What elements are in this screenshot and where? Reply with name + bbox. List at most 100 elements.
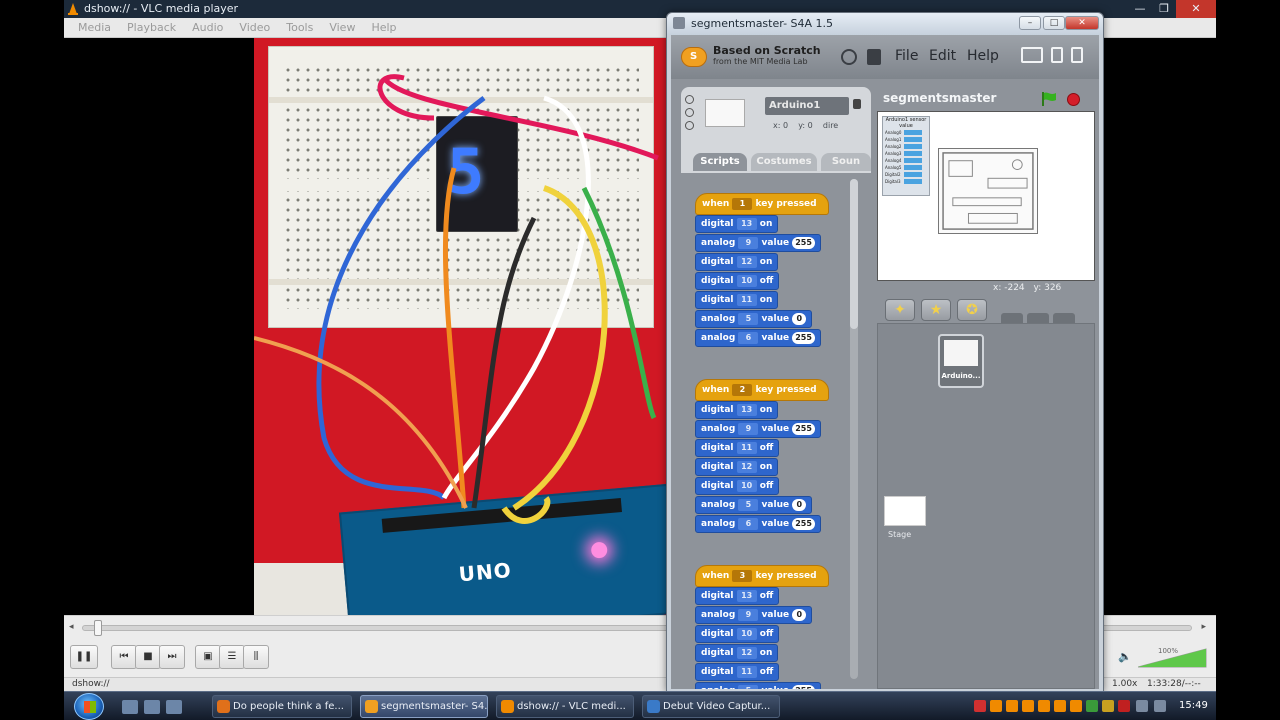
scripts-scrollbar[interactable] xyxy=(850,179,858,679)
taskbar-button[interactable]: dshow:// - VLC medi... xyxy=(496,695,634,718)
value-input[interactable]: 255 xyxy=(792,422,815,435)
extended-settings-button[interactable]: ⫼ xyxy=(243,645,269,669)
tray-icon-4[interactable] xyxy=(1022,700,1034,712)
digital-block[interactable]: digital 13 on xyxy=(695,401,779,419)
presentation-mode-icon[interactable] xyxy=(1071,47,1083,63)
when-key-pressed-hat[interactable]: when 3 key pressed xyxy=(695,565,829,587)
value-input[interactable]: 255 xyxy=(792,236,815,249)
digital-block[interactable]: digital 10 off xyxy=(695,625,780,643)
s4a-minimize-button[interactable]: – xyxy=(1019,16,1041,30)
lock-icon[interactable] xyxy=(853,99,861,109)
pin-dropdown[interactable]: 10 xyxy=(736,479,757,492)
menu-view[interactable]: View xyxy=(321,18,363,37)
choose-sprite-icon[interactable]: ★ xyxy=(921,299,951,321)
tray-icon-7[interactable] xyxy=(1070,700,1082,712)
pin-dropdown[interactable]: 5 xyxy=(738,684,759,689)
quicklaunch-ie-icon[interactable] xyxy=(144,700,160,714)
taskbar-button[interactable]: Debut Video Captur... xyxy=(642,695,780,718)
menu-video[interactable]: Video xyxy=(231,18,278,37)
minimize-button[interactable]: — xyxy=(1128,0,1152,18)
s4a-close-button[interactable]: ✕ xyxy=(1065,16,1099,30)
rotation-style-buttons[interactable] xyxy=(685,95,695,134)
value-input[interactable]: 0 xyxy=(792,312,807,325)
playlist-button[interactable]: ☰ xyxy=(219,645,245,669)
value-input[interactable]: 0 xyxy=(792,608,807,621)
start-button[interactable] xyxy=(74,693,104,720)
analog-block[interactable]: analog 6 value 255 xyxy=(695,515,821,533)
when-key-pressed-hat[interactable]: when 1 key pressed xyxy=(695,193,829,215)
pause-button[interactable]: ❚❚ xyxy=(70,645,98,669)
pin-dropdown[interactable]: 13 xyxy=(736,217,757,230)
tray-icon-6[interactable] xyxy=(1054,700,1066,712)
value-input[interactable]: 255 xyxy=(792,517,815,530)
tray-icon-8[interactable] xyxy=(1086,700,1098,712)
pin-dropdown[interactable]: 9 xyxy=(738,236,759,249)
sprite-arduino1-thumbnail[interactable]: Arduino... xyxy=(938,334,984,388)
key-dropdown[interactable]: 1 xyxy=(732,197,753,210)
taskbar-button[interactable]: Do people think a fe... xyxy=(212,695,352,718)
paint-sprite-icon[interactable]: ✦ xyxy=(885,299,915,321)
pin-dropdown[interactable]: 12 xyxy=(736,646,757,659)
digital-block[interactable]: digital 12 on xyxy=(695,253,779,271)
taskbar-clock[interactable]: 15:49 xyxy=(1179,700,1208,711)
tab-scripts[interactable]: Scripts xyxy=(693,153,747,171)
taskbar-button[interactable]: segmentsmaster- S4... xyxy=(360,695,488,718)
language-globe-icon[interactable] xyxy=(841,49,857,65)
pin-dropdown[interactable]: 9 xyxy=(738,422,759,435)
digital-block[interactable]: digital 13 off xyxy=(695,587,780,605)
tab-sounds[interactable]: Soun xyxy=(821,153,871,171)
pin-dropdown[interactable]: 6 xyxy=(738,517,759,530)
analog-block[interactable]: analog 9 value 0 xyxy=(695,606,813,624)
pin-dropdown[interactable]: 9 xyxy=(738,608,759,621)
pin-dropdown[interactable]: 10 xyxy=(736,274,757,287)
digital-block[interactable]: digital 11 on xyxy=(695,291,779,309)
sprite-name-field[interactable]: Arduino1 xyxy=(765,97,849,115)
scripts-area[interactable]: when 1 key pressed digital 13 on analog 9 … xyxy=(681,173,871,689)
speaker-icon[interactable]: 🔈 xyxy=(1118,650,1132,663)
tray-icon-10[interactable] xyxy=(1118,700,1130,712)
normal-stage-icon[interactable] xyxy=(1021,47,1043,63)
analog-block[interactable]: analog 6 value 255 xyxy=(695,329,821,347)
digital-block[interactable]: digital 11 off xyxy=(695,663,780,681)
tray-icon-2[interactable] xyxy=(990,700,1002,712)
analog-block[interactable]: analog 5 value 0 xyxy=(695,310,813,328)
s4a-maximize-button[interactable]: □ xyxy=(1043,16,1065,30)
arduino-sprite-costume[interactable] xyxy=(938,148,1038,234)
tray-icon-1[interactable] xyxy=(974,700,986,712)
analog-block[interactable]: analog 5 value 255 xyxy=(695,682,821,689)
small-stage-icon[interactable] xyxy=(1051,47,1063,63)
seek-back-icon[interactable]: ◂ xyxy=(69,622,74,632)
green-flag-icon[interactable] xyxy=(1041,92,1057,106)
when-key-pressed-hat[interactable]: when 2 key pressed xyxy=(695,379,829,401)
pin-dropdown[interactable]: 11 xyxy=(736,665,757,678)
key-dropdown[interactable]: 3 xyxy=(732,569,753,582)
sprite-tool-tab-1[interactable] xyxy=(1001,313,1023,323)
analog-block[interactable]: analog 9 value 255 xyxy=(695,234,821,252)
pin-dropdown[interactable]: 11 xyxy=(736,441,757,454)
analog-block[interactable]: analog 5 value 0 xyxy=(695,496,813,514)
show-desktop-icon[interactable] xyxy=(122,700,138,714)
pin-dropdown[interactable]: 11 xyxy=(736,293,757,306)
pin-dropdown[interactable]: 6 xyxy=(738,331,759,344)
network-icon[interactable] xyxy=(1136,700,1148,712)
tray-icon-3[interactable] xyxy=(1006,700,1018,712)
seek-handle[interactable] xyxy=(93,620,102,636)
digital-block[interactable]: digital 10 off xyxy=(695,477,780,495)
fullscreen-button[interactable]: ▣ xyxy=(195,645,221,669)
digital-block[interactable]: digital 13 on xyxy=(695,215,779,233)
pin-dropdown[interactable]: 5 xyxy=(738,498,759,511)
pin-dropdown[interactable]: 13 xyxy=(736,403,757,416)
value-input[interactable]: 0 xyxy=(792,498,807,511)
menu-media[interactable]: Media xyxy=(70,18,119,37)
stage-thumbnail[interactable] xyxy=(884,496,926,526)
tab-costumes[interactable]: Costumes xyxy=(751,153,817,171)
menu-file[interactable]: File xyxy=(895,48,918,64)
value-input[interactable]: 255 xyxy=(792,331,815,344)
pin-dropdown[interactable]: 5 xyxy=(738,312,759,325)
sprite-tool-tab-2[interactable] xyxy=(1027,313,1049,323)
pin-dropdown[interactable]: 13 xyxy=(736,589,757,602)
previous-button[interactable]: ⏮ xyxy=(111,645,137,669)
stage[interactable]: Arduino1 sensor value Analog0 Analog1 Anal… xyxy=(877,111,1095,281)
tray-icon-9[interactable] xyxy=(1102,700,1114,712)
menu-tools[interactable]: Tools xyxy=(278,18,321,37)
